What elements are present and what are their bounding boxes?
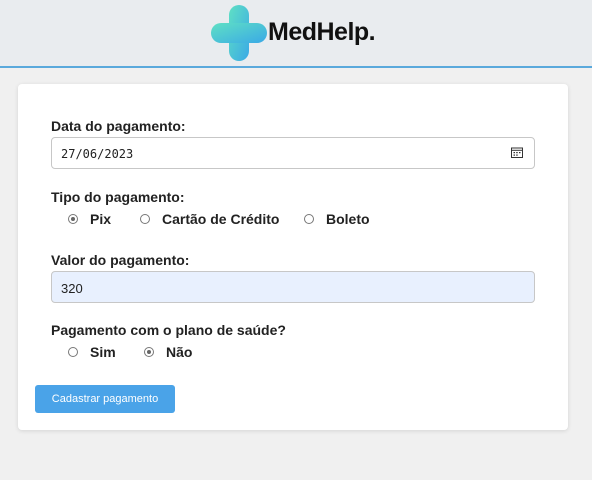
payment-type-credit-card[interactable]: Cartão de Crédito: [140, 209, 279, 229]
payment-form-card: Data do pagamento: 27/06/2023 Tipo do pa…: [18, 84, 568, 430]
payment-value-text: 320: [61, 281, 83, 296]
radio-boleto[interactable]: [304, 214, 314, 224]
health-plan-label: Pagamento com o plano de saúde?: [51, 322, 286, 338]
radio-pix[interactable]: [68, 214, 78, 224]
payment-value-input[interactable]: 320: [51, 271, 535, 303]
payment-date-input[interactable]: 27/06/2023: [51, 137, 535, 169]
payment-type-pix[interactable]: Pix: [68, 209, 111, 229]
app-header: MedHelp.: [0, 0, 592, 68]
radio-sim[interactable]: [68, 347, 78, 357]
medical-cross-icon: [211, 5, 267, 61]
payment-type-group: Pix Cartão de Crédito Boleto: [51, 209, 531, 229]
radio-credit-card[interactable]: [140, 214, 150, 224]
payment-date-value: 27/06/2023: [61, 147, 134, 161]
logo-text: MedHelp.: [268, 18, 376, 46]
radio-nao-label: Não: [166, 344, 193, 360]
radio-pix-label: Pix: [90, 211, 112, 227]
payment-value-label: Valor do pagamento:: [51, 252, 190, 268]
date-label: Data do pagamento:: [51, 118, 186, 134]
radio-boleto-label: Boleto: [326, 211, 370, 227]
medhelp-logo[interactable]: MedHelp.: [210, 4, 380, 62]
payment-type-boleto[interactable]: Boleto: [304, 209, 370, 229]
radio-nao[interactable]: [144, 347, 154, 357]
health-plan-yes[interactable]: Sim: [68, 342, 116, 362]
health-plan-group: Sim Não: [51, 342, 531, 362]
radio-credit-card-label: Cartão de Crédito: [162, 211, 280, 227]
payment-type-label: Tipo do pagamento:: [51, 189, 185, 205]
health-plan-no[interactable]: Não: [144, 342, 192, 362]
submit-payment-button[interactable]: Cadastrar pagamento: [35, 385, 175, 413]
calendar-icon[interactable]: [511, 147, 523, 158]
radio-sim-label: Sim: [90, 344, 116, 360]
